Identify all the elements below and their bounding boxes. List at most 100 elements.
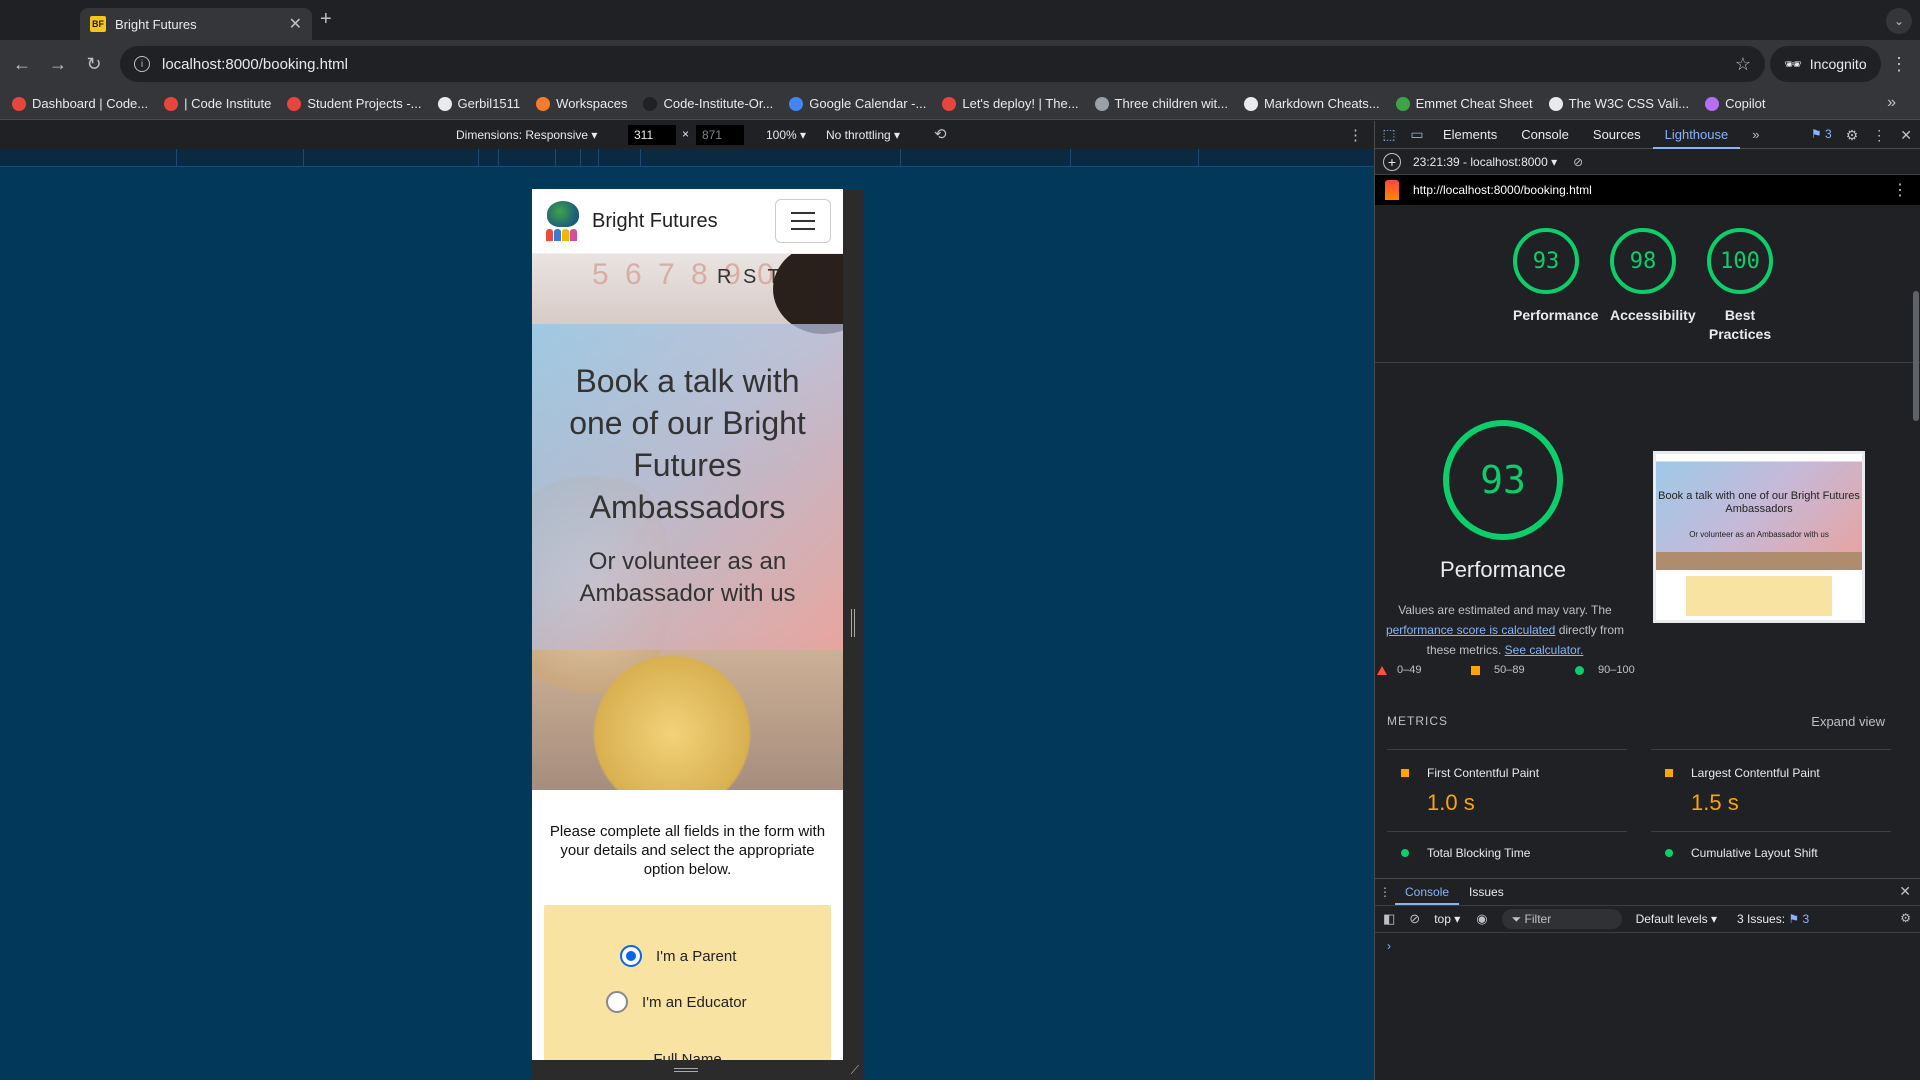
resize-handle-right[interactable] bbox=[843, 189, 863, 1060]
bookmark-favicon-icon bbox=[164, 96, 179, 111]
close-devtools-icon[interactable]: ✕ bbox=[1900, 127, 1912, 144]
thumbnail-title: Book a talk with one of our Bright Futur… bbox=[1658, 490, 1860, 515]
score-calculated-link[interactable]: performance score is calculated bbox=[1386, 623, 1555, 637]
settings-gear-icon[interactable]: ⚙ bbox=[1846, 127, 1859, 144]
width-input[interactable]: 311 bbox=[628, 125, 676, 145]
console-settings-icon[interactable]: ⚙ bbox=[1900, 911, 1911, 925]
hamburger-menu-button[interactable] bbox=[775, 199, 831, 243]
url-text[interactable]: localhost:8000/booking.html bbox=[162, 56, 1735, 73]
bookmark-item[interactable]: Google Calendar -... bbox=[789, 96, 926, 111]
site-brand[interactable]: Bright Futures bbox=[592, 210, 775, 233]
browser-menu-icon[interactable]: ⋮ bbox=[1890, 54, 1908, 75]
tab-sources[interactable]: Sources bbox=[1581, 121, 1653, 149]
radio-parent-row[interactable]: I'm a Parent bbox=[620, 945, 736, 967]
live-expression-eye-icon[interactable]: ◉ bbox=[1476, 911, 1487, 927]
lighthouse-logo-icon bbox=[1385, 180, 1399, 200]
forward-icon[interactable]: → bbox=[40, 54, 76, 75]
form-intro: Please complete all fields in the form w… bbox=[549, 823, 826, 878]
console-toolbar: ◧ ⊘ top ▾ ◉ ⏷ Filter Default levels ▾ 3 … bbox=[1375, 905, 1920, 933]
report-url[interactable]: http://localhost:8000/booking.html bbox=[1413, 183, 1592, 197]
radio-educator[interactable] bbox=[606, 991, 628, 1013]
bookmark-item[interactable]: Emmet Cheat Sheet bbox=[1395, 96, 1533, 111]
throttling-select[interactable]: No throttling ▾ bbox=[826, 128, 900, 142]
close-drawer-icon[interactable]: ✕ bbox=[1899, 883, 1911, 900]
sidebar-toggle-icon[interactable]: ◧ bbox=[1383, 911, 1395, 927]
incognito-badge[interactable]: 🕶 Incognito bbox=[1770, 46, 1881, 82]
bookmark-item[interactable]: Copilot bbox=[1705, 96, 1766, 111]
device-options-icon[interactable]: ⋮ bbox=[1348, 126, 1363, 144]
bookmark-star-icon[interactable]: ☆ bbox=[1735, 54, 1751, 75]
bookmark-item[interactable]: | Code Institute bbox=[164, 96, 271, 111]
device-toggle-icon[interactable]: ▭ bbox=[1403, 126, 1431, 143]
bookmark-favicon-icon bbox=[536, 96, 551, 111]
clear-console-icon[interactable]: ⊘ bbox=[1409, 911, 1420, 927]
metric-cls: Cumulative Layout Shift bbox=[1651, 831, 1891, 860]
radio-parent[interactable] bbox=[620, 945, 642, 967]
log-levels-select[interactable]: Default levels ▾ bbox=[1636, 912, 1717, 926]
resize-handle-bottom[interactable]: ⟋ bbox=[532, 1060, 863, 1080]
bookmark-item[interactable]: The W3C CSS Vali... bbox=[1548, 96, 1690, 111]
back-icon[interactable]: ← bbox=[4, 54, 40, 75]
bookmark-item[interactable]: Dashboard | Code... bbox=[12, 96, 148, 111]
console-prompt[interactable]: › bbox=[1375, 933, 1920, 959]
inspect-element-icon[interactable]: ⬚ bbox=[1375, 126, 1403, 143]
rotate-icon[interactable]: ⟲ bbox=[934, 125, 947, 143]
height-input[interactable]: 871 bbox=[696, 125, 744, 145]
tab-search-icon[interactable]: ⌄ bbox=[1886, 8, 1912, 34]
report-menu-icon[interactable]: ⋮ bbox=[1892, 180, 1908, 200]
see-calculator-link[interactable]: See calculator. bbox=[1505, 643, 1584, 657]
bookmark-item[interactable]: Student Projects -... bbox=[287, 96, 422, 111]
report-url-bar: http://localhost:8000/booking.html ⋮ bbox=[1375, 175, 1920, 205]
report-scrollbar[interactable] bbox=[1913, 291, 1919, 421]
dimensions-select[interactable]: Dimensions: Responsive ▾ bbox=[456, 128, 597, 142]
console-issues-counter[interactable]: 3 Issues: ⚑ 3 bbox=[1737, 912, 1809, 926]
media-query-bar[interactable] bbox=[0, 149, 1374, 167]
average-icon bbox=[1401, 769, 1409, 777]
issues-counter[interactable]: ⚑ 3 bbox=[1811, 127, 1832, 144]
devtools-menu-icon[interactable]: ⋮ bbox=[1872, 127, 1886, 144]
zoom-select[interactable]: 100% ▾ bbox=[766, 128, 806, 142]
new-report-icon[interactable]: + bbox=[1383, 152, 1401, 171]
resize-corner-icon[interactable]: ⟋ bbox=[851, 1063, 859, 1078]
bookmark-item[interactable]: Markdown Cheats... bbox=[1243, 96, 1380, 111]
tab-console[interactable]: Console bbox=[1509, 121, 1581, 149]
score-accessibility-label: Accessibility bbox=[1610, 307, 1696, 323]
new-tab-button[interactable]: + bbox=[320, 8, 332, 31]
site-info-icon[interactable]: i bbox=[134, 56, 150, 72]
radio-educator-row[interactable]: I'm an Educator bbox=[606, 991, 747, 1013]
bookmark-item[interactable]: Workspaces bbox=[536, 96, 627, 111]
score-performance-label: Performance bbox=[1513, 307, 1599, 323]
address-bar[interactable]: i localhost:8000/booking.html ☆ bbox=[120, 46, 1765, 82]
bookmark-label: The W3C CSS Vali... bbox=[1568, 96, 1690, 111]
close-tab-icon[interactable]: ✕ bbox=[289, 14, 302, 34]
tab-elements[interactable]: Elements bbox=[1431, 121, 1509, 149]
drawer-tab-issues[interactable]: Issues bbox=[1459, 879, 1514, 905]
score-best-practices-label: Best Practices bbox=[1708, 307, 1772, 342]
metric-lcp: Largest Contentful Paint 1.5 s bbox=[1651, 749, 1891, 816]
drawer-tab-console[interactable]: Console bbox=[1395, 879, 1460, 905]
bookmark-label: | Code Institute bbox=[184, 96, 272, 111]
devtools-panel: ⬚ ▭ Elements Console Sources Lighthouse … bbox=[1374, 121, 1920, 1080]
bookmark-item[interactable]: Code-Institute-Or... bbox=[643, 96, 773, 111]
bookmark-item[interactable]: Let's deploy! | The... bbox=[942, 96, 1079, 111]
bookmark-item[interactable]: Three children wit... bbox=[1094, 96, 1228, 111]
drawer-tabbar: ⋮ Console Issues ✕ bbox=[1375, 879, 1920, 905]
reload-icon[interactable]: ↻ bbox=[76, 54, 112, 75]
score-performance[interactable]: 93 Performance bbox=[1513, 228, 1599, 325]
context-select[interactable]: top ▾ bbox=[1434, 912, 1460, 926]
expand-view-button[interactable]: Expand view bbox=[1811, 714, 1885, 729]
bookmarks-overflow-icon[interactable]: » bbox=[1887, 94, 1896, 112]
site-logo[interactable] bbox=[544, 201, 582, 241]
more-tabs-icon[interactable]: » bbox=[1740, 121, 1771, 149]
clear-reports-icon[interactable]: ⊘ bbox=[1573, 155, 1583, 169]
report-selector[interactable]: 23:21:39 - localhost:8000 ▾ bbox=[1413, 155, 1557, 169]
console-filter-input[interactable]: ⏷ Filter bbox=[1501, 909, 1622, 929]
score-accessibility[interactable]: 98 Accessibility bbox=[1610, 228, 1696, 325]
bookmark-label: Three children wit... bbox=[1114, 96, 1228, 111]
drawer-menu-icon[interactable]: ⋮ bbox=[1375, 885, 1395, 899]
tab-lighthouse[interactable]: Lighthouse bbox=[1652, 121, 1741, 149]
browser-tab[interactable]: BF Bright Futures ✕ bbox=[80, 8, 312, 40]
score-best-practices[interactable]: 100 Best Practices bbox=[1707, 228, 1773, 344]
score-best-practices-value: 100 bbox=[1707, 228, 1773, 294]
bookmark-item[interactable]: Gerbil1511 bbox=[437, 96, 520, 111]
